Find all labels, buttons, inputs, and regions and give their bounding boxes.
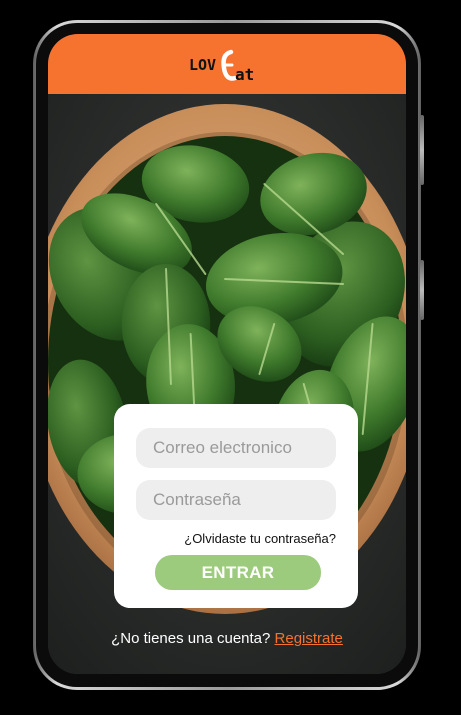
phone-frame: LOV at Correo electronico ¿Olvidaste tu … [33, 20, 424, 690]
app-screen: LOV at Correo electronico ¿Olvidaste tu … [48, 34, 406, 674]
email-input[interactable] [136, 428, 336, 468]
signup-link[interactable]: Registrate [275, 630, 343, 647]
volume-button [420, 115, 424, 185]
logo-text-left: LOV [189, 56, 216, 74]
logo-text-right: at [235, 65, 254, 84]
login-card: ¿Olvidaste tu contraseña? ENTRAR [114, 404, 358, 608]
lovet-logo: LOV at [189, 49, 254, 84]
signup-prompt: ¿No tienes una cuenta? Registrate [48, 630, 406, 647]
password-input[interactable] [136, 480, 336, 520]
app-header: LOV at [48, 34, 406, 94]
forgot-password-link[interactable]: ¿Olvidaste tu contraseña? [184, 531, 336, 546]
power-button [420, 260, 424, 320]
login-button[interactable]: ENTRAR [155, 555, 321, 590]
signup-prompt-text: ¿No tienes una cuenta? [111, 630, 271, 647]
phone-bezel: LOV at Correo electronico ¿Olvidaste tu … [36, 23, 418, 687]
